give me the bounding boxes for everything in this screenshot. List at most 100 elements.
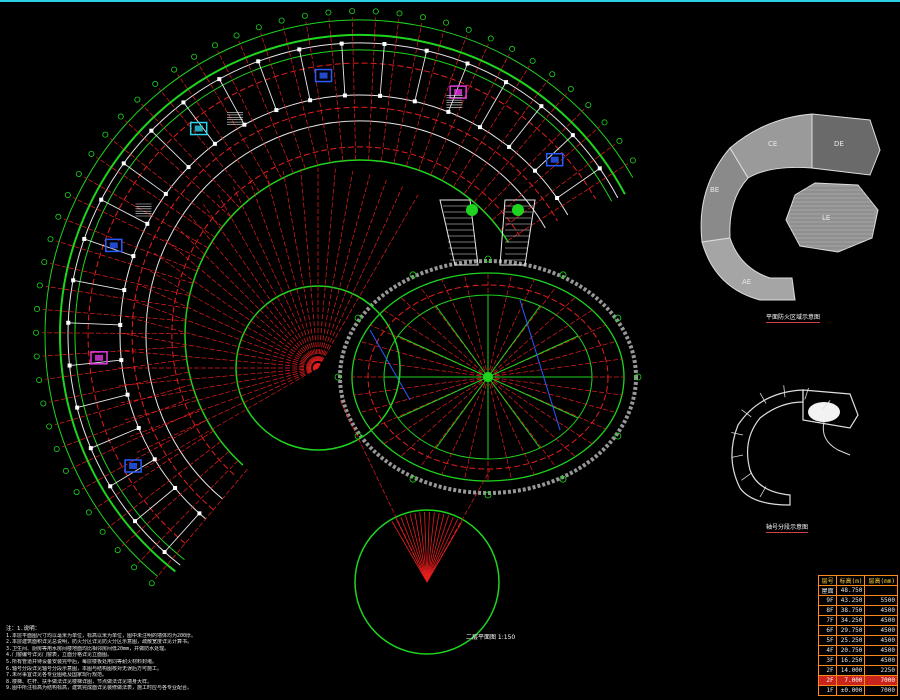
radial-axis-line [107,441,222,529]
axis-bubble [278,17,285,24]
axis-bubble [73,489,80,496]
floor-cell: 5F [818,635,837,646]
column [67,363,72,368]
radial-axis-line [426,513,445,583]
radial-axis-line [129,299,319,369]
axis-bubble [99,528,106,535]
radial-axis-line [339,399,428,583]
tree-symbol [466,204,478,216]
radial-axis-line [233,186,319,369]
elevation-cell: 7.000 [835,675,866,686]
column [308,98,313,103]
column [71,278,76,283]
axis-bubble [509,45,516,52]
radial-axis-line [45,359,187,380]
atrium-beam [435,376,489,449]
column [186,165,191,170]
equipment-fill [109,242,118,249]
elevation-cell: 25.250 [835,635,866,646]
floor-plan [33,8,636,587]
floor-cell: 1F [818,685,837,696]
elevation-cell: 34.250 [835,615,866,626]
table-row: 5F 25.250 4500 [818,635,898,646]
table-row: 4F 20.750 4500 [818,645,898,656]
axis-bubble [419,14,426,21]
axis-bubble [372,8,379,15]
column [342,93,347,98]
axis-bubble [585,102,592,109]
dimension-arc [44,19,634,577]
axis-bubble [40,400,47,407]
column [125,392,130,397]
column [297,47,302,52]
table-row: 7F 34.250 4500 [818,615,898,626]
zone-label-ae: AE [742,278,752,286]
column-header: 层高(mm) [864,575,898,586]
radial-axis-line [118,350,319,369]
table-row-highlighted: 2F 7.000 7000 [818,675,898,686]
radial-axis-line [129,367,319,437]
axis-bubble [117,113,124,120]
floor-cell: 6F [818,625,837,636]
axis-bubble [55,213,62,220]
elevation-cell: 48.750 [835,585,866,596]
drawing-title: 二层平面图 1:150 [466,634,516,641]
table-row: 8F 38.750 4500 [818,605,898,616]
height-cell: 7000 [864,685,898,696]
note-line: 5.所有管道井待设备安装完毕后，每层楼板处用同等耐火材料封堵。 [6,658,158,665]
atrium-beam [435,305,489,378]
radial-axis-line [426,516,454,583]
table-row: 3F 16.250 4500 [818,655,898,666]
axis-bubble [85,509,92,516]
radial-axis-line [265,174,319,369]
elevation-cell: ±0.000 [835,685,866,696]
atrium-radial-line [360,376,489,413]
room-partition [84,238,134,257]
column [555,196,560,201]
axis-bubble [484,255,492,263]
pipe-line [519,299,561,431]
radial-axis-line [452,65,530,188]
axis-bubble [349,8,356,15]
column [378,93,383,98]
cad-drawing-canvas[interactable] [0,0,900,700]
column [339,41,344,46]
atrium-radial-line [487,279,535,378]
axis-bubble [616,137,623,144]
height-cell: 4500 [864,635,898,646]
radial-axis-line [393,22,423,164]
table-row: 2F 14.000 2250 [818,665,898,676]
fire-zone-caption: 平面防火区域示意图 [766,314,821,323]
elevation-cell: 14.000 [835,665,866,676]
radial-axis-line [136,283,319,369]
zone-le [785,182,879,253]
column [507,144,512,149]
elevation-cell: 38.750 [835,605,866,616]
column [118,322,123,327]
atrium-beam [487,376,541,449]
axis-bubble [34,306,41,313]
elevation-cell: 16.250 [835,655,866,666]
radial-axis-line [507,163,629,242]
radial-axis-line [62,396,197,448]
room-partition [298,49,311,101]
column [133,519,138,524]
room-partition [73,279,125,291]
column [131,254,136,259]
key-plan-tick [759,486,767,498]
equipment-fill [194,125,203,132]
column [382,42,387,47]
column [162,549,167,554]
radial-axis-line [42,309,186,322]
column [149,128,154,133]
column [152,457,157,462]
radial-axis-line [155,468,248,579]
column [465,61,470,66]
column [212,141,217,146]
key-plan-tick [731,432,744,436]
equipment-fill [550,156,559,163]
radial-axis-line [426,518,459,583]
axis-bubble [443,19,450,26]
column [504,80,508,85]
column [173,485,178,490]
